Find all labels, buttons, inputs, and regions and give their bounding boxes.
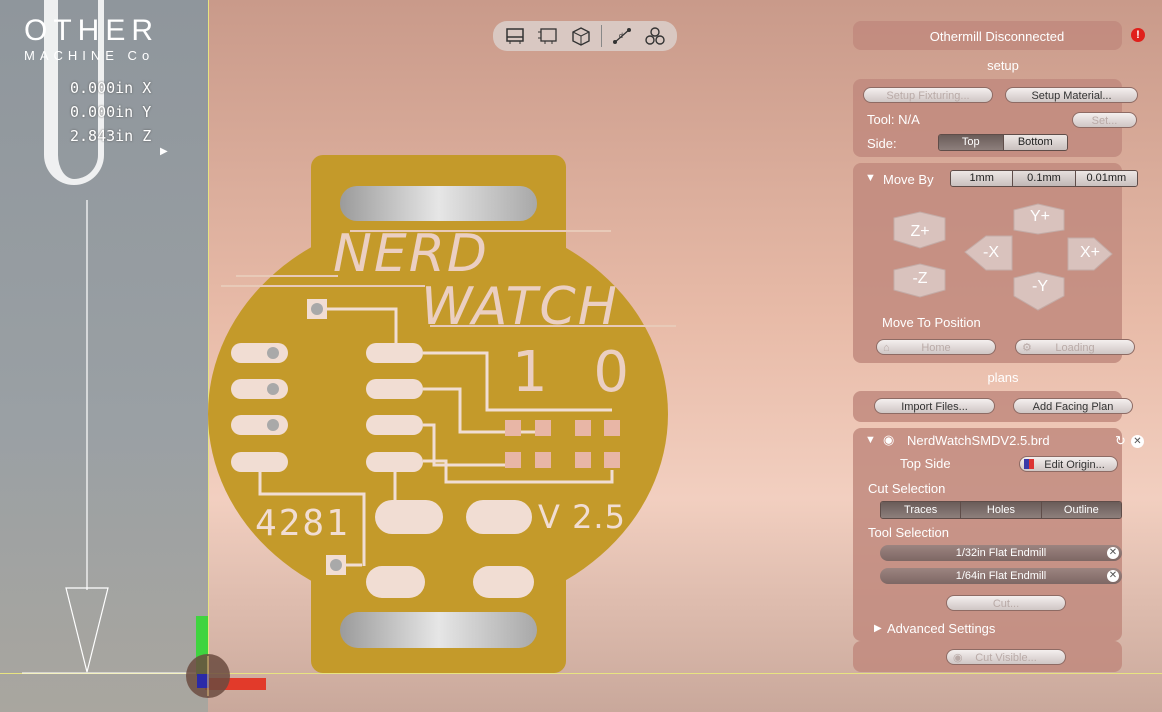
home-button[interactable]: ⌂ Home — [876, 339, 996, 355]
advanced-expand-icon[interactable]: ▶ — [874, 623, 882, 634]
plans-title: plans — [987, 370, 1019, 385]
setup-title: setup — [987, 58, 1019, 73]
edit-origin-label: Edit Origin... — [1044, 459, 1105, 471]
board-title-nerd: NERD — [333, 224, 489, 284]
set-tool-button[interactable]: Set... — [1072, 112, 1137, 128]
status-text: Othermill Disconnected — [929, 29, 1065, 44]
jog-zplus-button[interactable]: Z+ — [894, 223, 946, 241]
tool-item[interactable]: 1/64in Flat Endmill ✕ — [880, 568, 1122, 584]
side-label: Side: — [867, 136, 897, 151]
jog-yminus-button[interactable]: -Y — [1014, 278, 1066, 296]
status-panel: Othermill Disconnected ! — [853, 21, 1145, 50]
top-side-label: Top Side — [900, 456, 951, 471]
side-selector: Top Bottom — [938, 134, 1068, 151]
add-facing-plan-button[interactable]: Add Facing Plan — [1013, 398, 1133, 414]
step-1mm-option[interactable]: 1mm — [951, 171, 1014, 186]
tool-name: 1/64in Flat Endmill — [955, 570, 1047, 582]
board-digits: 1 0 — [512, 340, 644, 405]
origin-icon — [1024, 459, 1034, 469]
eye-small-icon: ◉ — [953, 652, 963, 664]
loading-icon: ⚙ — [1022, 342, 1032, 354]
step-01mm-option[interactable]: 0.1mm — [1013, 171, 1076, 186]
import-files-button[interactable]: Import Files... — [874, 398, 995, 414]
board-number: 4281 — [255, 503, 350, 544]
setup-material-button[interactable]: Setup Material... — [1005, 87, 1138, 103]
board-version: V 2.5 — [538, 498, 626, 536]
remove-tool-icon[interactable]: ✕ — [1107, 570, 1119, 582]
alert-icon[interactable]: ! — [1131, 28, 1145, 42]
jog-xminus-button[interactable]: -X — [966, 244, 1016, 262]
plan-collapse-icon[interactable]: ▼ — [865, 434, 876, 446]
side-bottom-option[interactable]: Bottom — [1003, 135, 1067, 150]
jog-yplus-button[interactable]: Y+ — [1014, 208, 1066, 226]
edit-origin-button[interactable]: Edit Origin... — [1019, 456, 1118, 472]
cut-traces-option[interactable]: Traces — [881, 502, 962, 518]
move-step-selector: 1mm 0.1mm 0.01mm — [950, 170, 1138, 187]
cut-outline-option[interactable]: Outline — [1041, 502, 1121, 518]
plan-file-name: NerdWatchSMDV2.5.brd — [907, 433, 1050, 448]
cut-button[interactable]: Cut... — [946, 595, 1066, 611]
tool-name: 1/32in Flat Endmill — [955, 547, 1047, 559]
cut-visible-label: Cut Visible... — [975, 652, 1037, 664]
loading-label: Loading — [1055, 342, 1095, 354]
jog-zminus-button[interactable]: -Z — [894, 270, 946, 288]
side-top-option[interactable]: Top — [939, 135, 1004, 150]
setup-fixturing-button[interactable]: Setup Fixturing... — [863, 87, 993, 103]
cut-selection-selector: Traces Holes Outline — [880, 501, 1122, 519]
jog-xplus-button[interactable]: X+ — [1068, 244, 1112, 262]
tool-selection-label: Tool Selection — [868, 525, 949, 540]
eye-icon[interactable]: ◉ — [883, 432, 894, 448]
move-collapse-icon[interactable]: ▼ — [865, 172, 876, 184]
tool-item[interactable]: 1/32in Flat Endmill ✕ — [880, 545, 1122, 561]
close-plan-icon[interactable]: ✕ — [1131, 435, 1144, 448]
home-label: Home — [921, 342, 951, 354]
move-to-position-label: Move To Position — [882, 315, 981, 330]
advanced-settings-label[interactable]: Advanced Settings — [887, 621, 995, 636]
step-001mm-option[interactable]: 0.01mm — [1075, 171, 1137, 186]
loading-button[interactable]: ⚙ Loading — [1015, 339, 1135, 355]
cut-visible-button[interactable]: ◉ Cut Visible... — [946, 649, 1066, 665]
board-title-watch: WATCH — [421, 277, 619, 337]
home-icon: ⌂ — [883, 342, 890, 354]
move-by-title: Move By — [883, 172, 934, 187]
tool-label: Tool: N/A — [867, 112, 920, 127]
cut-selection-label: Cut Selection — [868, 481, 946, 496]
remove-tool-icon[interactable]: ✕ — [1107, 547, 1119, 559]
cut-holes-option[interactable]: Holes — [961, 502, 1042, 518]
refresh-icon[interactable]: ↻ — [1115, 433, 1126, 449]
